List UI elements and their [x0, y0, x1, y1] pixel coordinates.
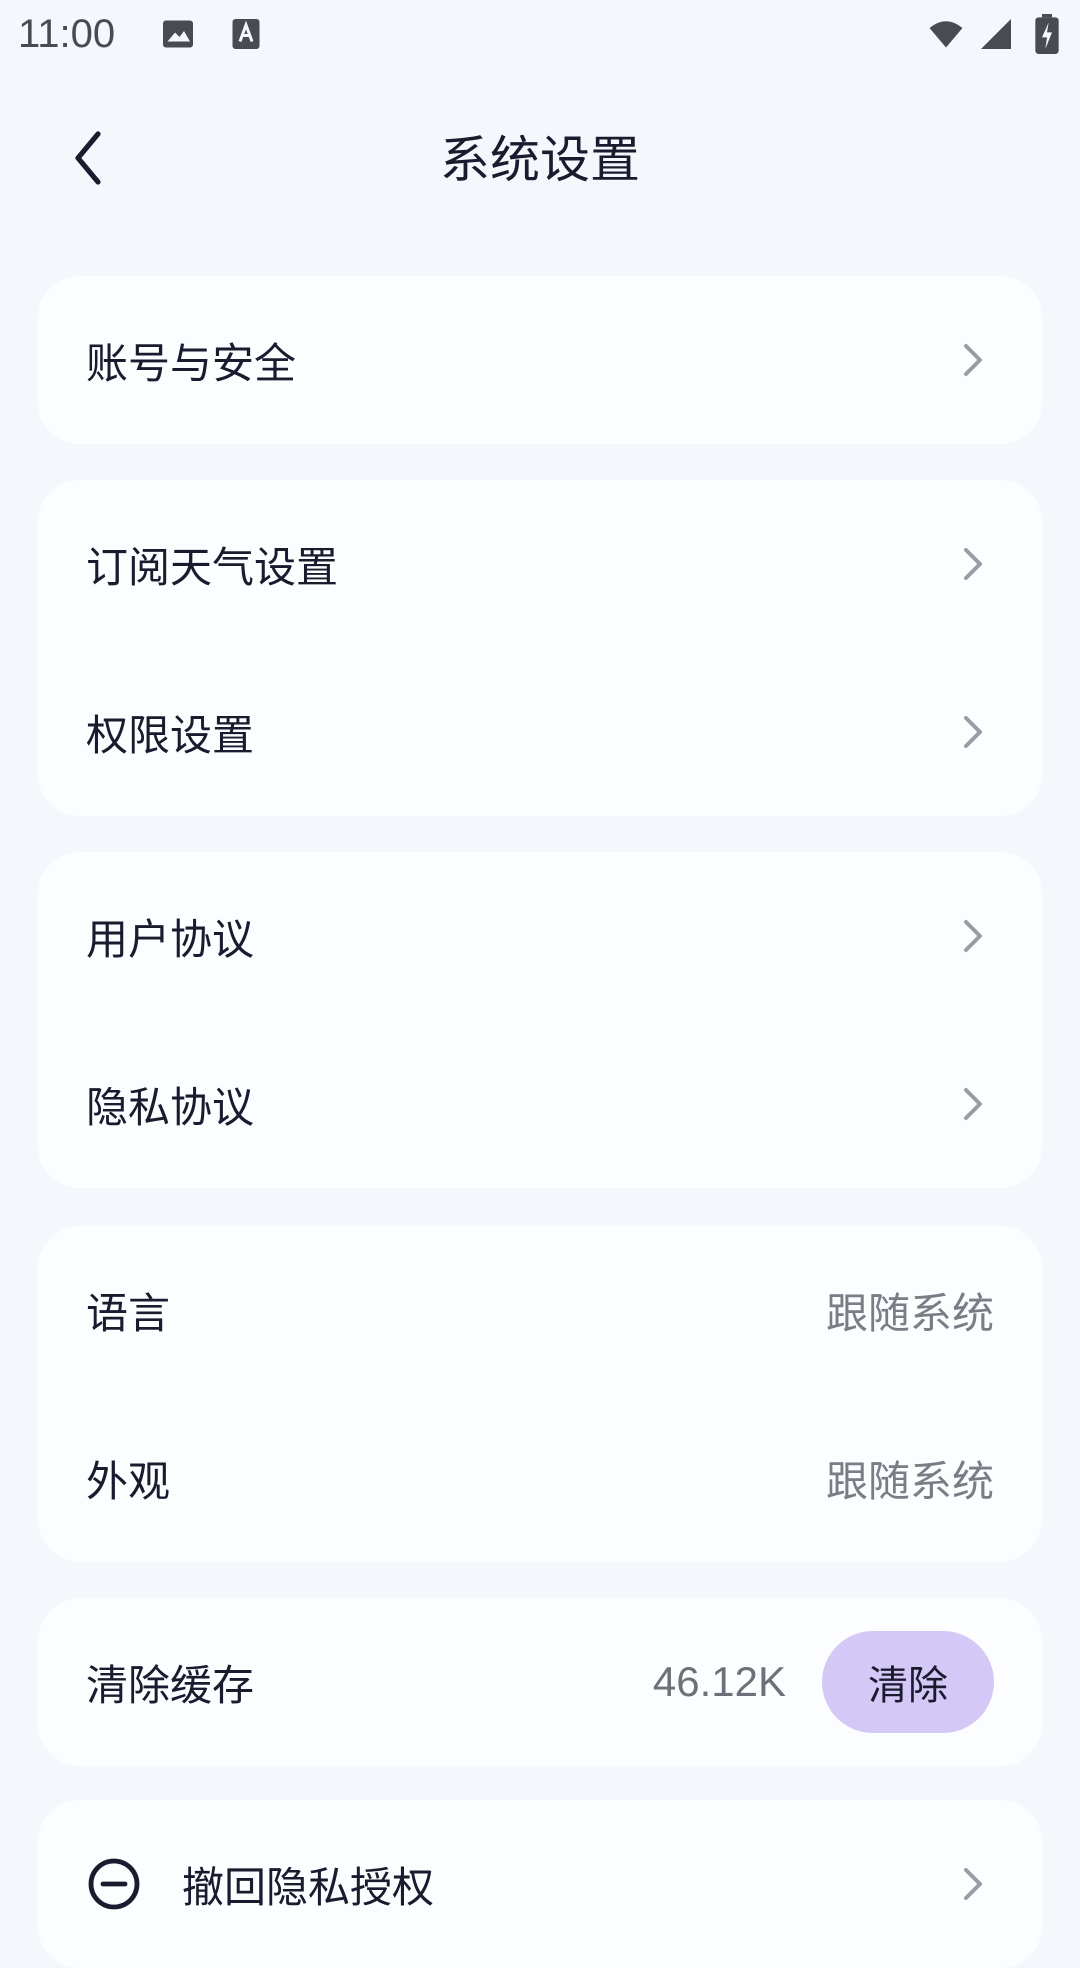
agreements-card: 用户协议 隐私协议 — [38, 852, 1042, 1188]
clear-cache-label: 清除缓存 — [86, 1660, 255, 1710]
revoke-privacy-label: 撤回隐私授权 — [182, 1862, 435, 1912]
clear-cache-row: 清除缓存 46.12K 清除 — [38, 1598, 1042, 1766]
language-appearance-card: 语言 跟随系统 外观 跟随系统 — [38, 1226, 1042, 1562]
cache-size: 46.12K — [652, 1658, 786, 1705]
top-bar: 系统设置 — [0, 110, 1080, 210]
status-time: 11:00 — [18, 12, 116, 56]
cache-card: 清除缓存 46.12K 清除 — [38, 1598, 1042, 1766]
signal-icon — [981, 19, 1011, 49]
page-title: 系统设置 — [440, 131, 640, 189]
weather-subscription-row[interactable]: 订阅天气设置 — [38, 480, 1042, 648]
minus-circle-icon — [88, 1858, 140, 1910]
account-card: 账号与安全 — [38, 276, 1042, 444]
battery-charging-icon — [1035, 14, 1059, 54]
chevron-right-icon — [964, 716, 982, 748]
chevron-left-icon — [75, 131, 101, 185]
appearance-row[interactable]: 外观 跟随系统 — [38, 1394, 1042, 1562]
weather-permission-card: 订阅天气设置 权限设置 — [38, 480, 1042, 816]
appearance-label: 外观 — [86, 1456, 171, 1506]
permissions-row[interactable]: 权限设置 — [38, 648, 1042, 816]
user-agreement-row[interactable]: 用户协议 — [38, 852, 1042, 1020]
privacy-agreement-row[interactable]: 隐私协议 — [38, 1020, 1042, 1188]
clear-cache-button[interactable]: 清除 — [822, 1631, 994, 1733]
language-row[interactable]: 语言 跟随系统 — [38, 1226, 1042, 1394]
language-value: 跟随系统 — [825, 1288, 994, 1338]
revoke-privacy-row[interactable]: 撤回隐私授权 — [38, 1800, 1042, 1968]
appearance-value: 跟随系统 — [825, 1456, 994, 1506]
chevron-right-icon — [964, 548, 982, 580]
permissions-label: 权限设置 — [86, 710, 255, 760]
status-bar: 11:00 — [0, 0, 1080, 72]
privacy-agreement-label: 隐私协议 — [86, 1082, 255, 1132]
revoke-card: 撤回隐私授权 — [38, 1800, 1042, 1968]
image-icon — [163, 20, 193, 48]
account-security-label: 账号与安全 — [86, 338, 297, 388]
chevron-right-icon — [964, 1868, 982, 1900]
font-a-icon — [232, 19, 260, 49]
wifi-icon — [929, 21, 963, 48]
chevron-right-icon — [964, 344, 982, 376]
language-label: 语言 — [86, 1288, 171, 1338]
account-security-row[interactable]: 账号与安全 — [38, 276, 1042, 444]
weather-subscription-label: 订阅天气设置 — [86, 542, 339, 592]
chevron-right-icon — [964, 920, 982, 952]
chevron-right-icon — [964, 1088, 982, 1120]
user-agreement-label: 用户协议 — [86, 914, 255, 964]
back-button[interactable] — [52, 122, 124, 194]
